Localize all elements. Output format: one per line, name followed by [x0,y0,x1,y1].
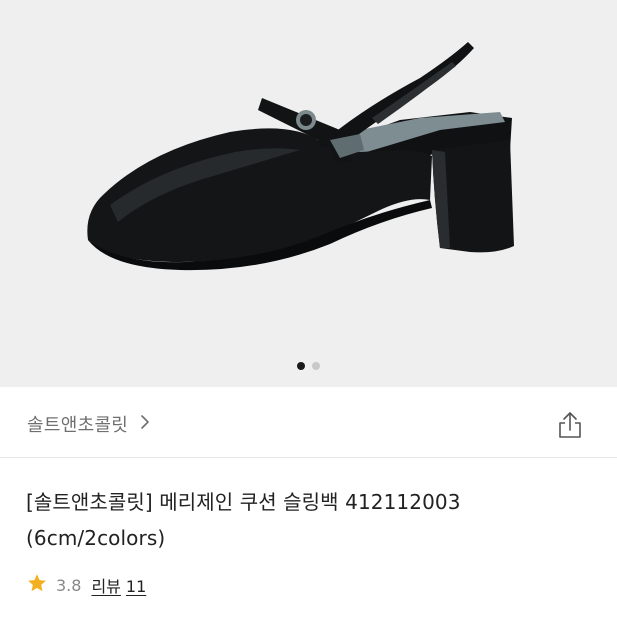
brand-link[interactable]: 솔트앤초콜릿 [27,411,150,437]
product-image-carousel[interactable] [0,0,617,387]
product-title-line2: (6cm/2colors) [26,526,166,550]
rating-score: 3.8 [56,575,82,595]
carousel-dot[interactable] [312,362,320,370]
brand-row: 솔트앤초콜릿 [0,388,617,458]
brand-name: 솔트앤초콜릿 [27,415,129,436]
star-icon [26,572,48,598]
share-icon [553,412,587,446]
product-title-line1: [솔트앤초콜릿] 메리제인 쿠션 슬링백 412112003 [26,490,461,514]
share-button[interactable] [553,408,587,442]
chevron-right-icon [140,414,150,434]
review-link[interactable]: 리뷰 11 [91,573,146,597]
review-label: 리뷰 [91,577,121,596]
product-image [87,42,514,271]
product-title: [솔트앤초콜릿] 메리제인 쿠션 슬링백 412112003 (6cm/2col… [26,484,596,556]
review-count: 11 [125,577,147,596]
rating-row: 3.8 리뷰 11 [26,572,146,598]
carousel-dot-active[interactable] [297,362,305,370]
carousel-pagination [0,362,617,370]
